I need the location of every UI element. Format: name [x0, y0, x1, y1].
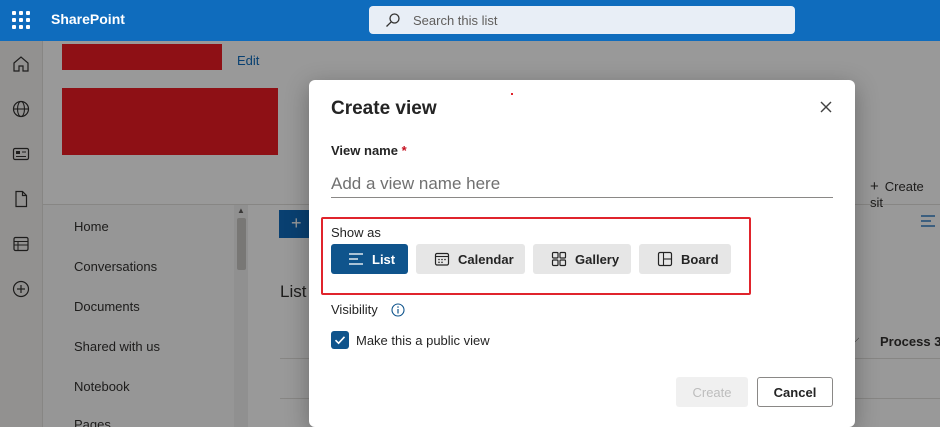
show-as-gallery-button[interactable]: Gallery: [533, 244, 631, 274]
list-icon: [349, 253, 363, 265]
close-icon[interactable]: [817, 98, 835, 116]
board-icon: [657, 251, 673, 267]
show-as-calendar-button[interactable]: Calendar: [416, 244, 525, 274]
show-as-list-label: List: [372, 251, 396, 267]
calendar-icon: [434, 252, 450, 266]
create-view-dialog: Create view View name * Show as List Cal…: [309, 80, 855, 427]
top-bar: SharePoint Search this list: [0, 0, 940, 41]
search-placeholder: Search this list: [413, 13, 498, 28]
show-as-gallery-label: Gallery: [575, 251, 620, 267]
show-as-list-button[interactable]: List: [331, 244, 408, 274]
view-name-label: View name *: [331, 143, 407, 158]
show-as-board-label: Board: [681, 251, 719, 267]
view-name-label-text: View name: [331, 143, 398, 158]
checkmark-icon: [334, 336, 346, 345]
gallery-icon: [551, 251, 567, 267]
cancel-button[interactable]: Cancel: [757, 377, 833, 407]
search-icon: [386, 13, 400, 27]
app-name[interactable]: SharePoint: [51, 11, 125, 27]
view-name-input[interactable]: [331, 170, 833, 198]
stray-mark: [511, 93, 513, 95]
info-icon[interactable]: [391, 303, 405, 317]
show-as-board-button[interactable]: Board: [639, 244, 731, 274]
create-button[interactable]: Create: [676, 377, 748, 407]
dialog-title: Create view: [331, 98, 437, 119]
show-as-calendar-label: Calendar: [458, 251, 514, 267]
show-as-label: Show as: [331, 225, 381, 240]
search-box[interactable]: Search this list: [369, 6, 795, 34]
required-marker: *: [401, 143, 407, 158]
public-view-checkbox[interactable]: [331, 331, 349, 349]
public-view-label[interactable]: Make this a public view: [356, 333, 490, 348]
visibility-label: Visibility: [331, 302, 378, 317]
app-launcher-icon[interactable]: [12, 11, 30, 29]
